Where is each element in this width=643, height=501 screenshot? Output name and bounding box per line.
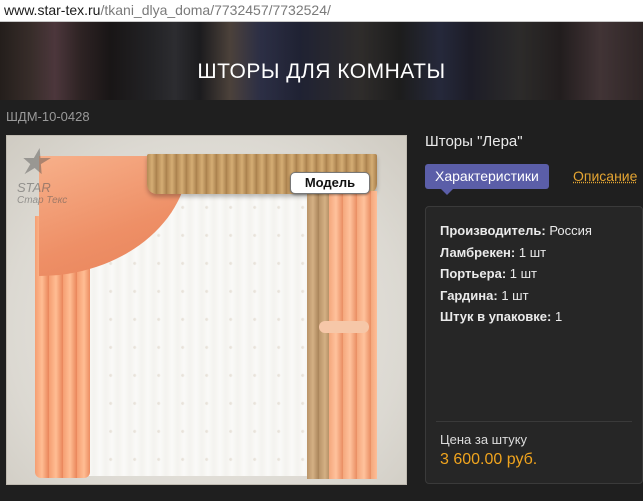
- tab-description[interactable]: Описание: [573, 164, 637, 189]
- right-drape-outer: [329, 191, 377, 479]
- tieback: [319, 321, 369, 333]
- spec-value: 1: [554, 309, 563, 324]
- divider: [436, 421, 632, 422]
- address-bar[interactable]: www.star-tex.ru/tkani_dlya_doma/7732457/…: [0, 0, 643, 22]
- spec-value: 1 шт: [518, 244, 547, 260]
- spec-key: Портьера:: [440, 266, 507, 281]
- spec-row: Портьера: 1 шт: [440, 266, 592, 288]
- price-label: Цена за штуку: [440, 432, 528, 447]
- spec-value: 1 шт: [501, 287, 529, 303]
- product-tabs: Характеристики Описание: [425, 164, 643, 195]
- star-icon: ★: [17, 141, 50, 182]
- product-title: Шторы "Лера": [425, 133, 523, 150]
- url-host: www.star-tex.ru: [4, 2, 101, 18]
- model-badge: Модель: [290, 172, 370, 194]
- spec-row: Ламбрекен: 1 шт: [440, 245, 592, 267]
- spec-value: Россия: [549, 223, 592, 238]
- spec-row: Производитель: Россия: [440, 223, 592, 245]
- watermark-caption: Стар Текс: [17, 195, 68, 206]
- category-banner: ШТОРЫ ДЛЯ КОМНАТЫ: [0, 22, 643, 100]
- spec-value: 1 шт: [509, 266, 538, 281]
- spec-row: Штук в упаковке: 1: [440, 309, 592, 331]
- watermark-logo: ★ STAR Стар Текс: [17, 141, 68, 207]
- spec-key: Гардина:: [440, 287, 498, 303]
- price-value: 3 600.00 руб.: [440, 451, 538, 468]
- url-path: /tkani_dlya_doma/7732457/7732524/: [100, 2, 331, 18]
- spec-key: Ламбрекен:: [440, 244, 516, 260]
- spec-key: Штук в упаковке:: [440, 309, 552, 324]
- spec-list: Производитель: Россия Ламбрекен: 1 шт По…: [440, 223, 592, 331]
- spec-key: Производитель:: [440, 223, 546, 238]
- page-title: ШТОРЫ ДЛЯ КОМНАТЫ: [197, 60, 446, 83]
- product-photo[interactable]: ★ STAR Стар Текс Модель: [6, 135, 407, 485]
- watermark-brand: STAR: [17, 180, 51, 195]
- specifications-panel: Производитель: Россия Ламбрекен: 1 шт По…: [425, 206, 643, 484]
- tab-characteristics[interactable]: Характеристики: [425, 164, 549, 195]
- spec-row: Гардина: 1 шт: [440, 288, 592, 310]
- product-sku: ШДМ-10-0428: [6, 109, 90, 124]
